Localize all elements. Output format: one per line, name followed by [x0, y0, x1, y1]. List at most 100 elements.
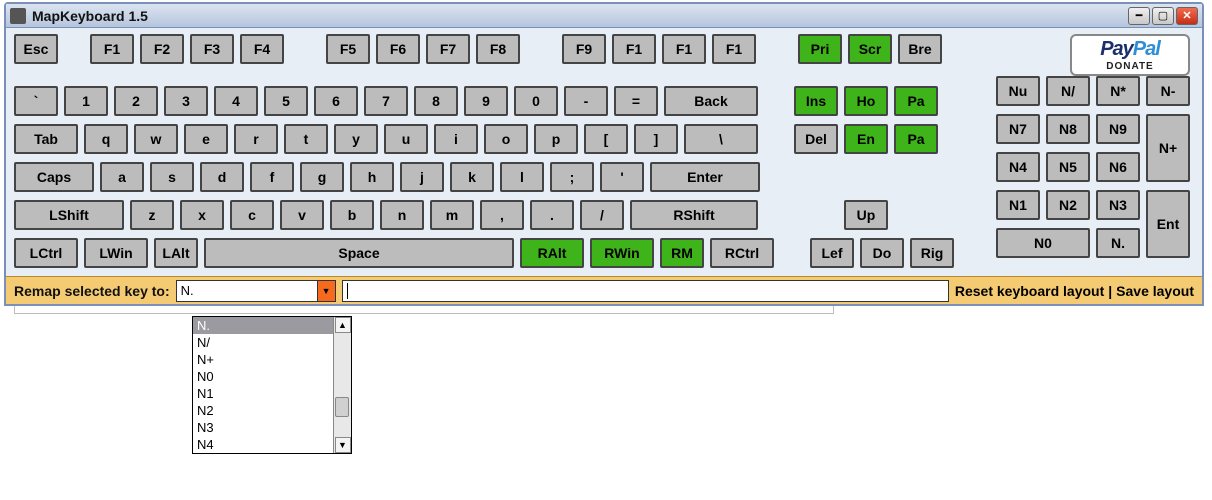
key-x[interactable]: x [180, 200, 224, 230]
key-w[interactable]: w [134, 124, 178, 154]
key-backtick[interactable]: ` [14, 86, 58, 116]
key-semicolon[interactable]: ; [550, 162, 594, 192]
key-rbracket[interactable]: ] [634, 124, 678, 154]
key-down[interactable]: Do [860, 238, 904, 268]
key-tab[interactable]: Tab [14, 124, 78, 154]
key-7[interactable]: 7 [364, 86, 408, 116]
paypal-donate-button[interactable]: PayPal DONATE [1070, 34, 1190, 76]
key-s[interactable]: s [150, 162, 194, 192]
maximize-button[interactable]: ▢ [1152, 7, 1174, 25]
key-npad-2[interactable]: N2 [1046, 190, 1090, 220]
dropdown-item[interactable]: N3 [193, 419, 333, 436]
minimize-button[interactable]: ━ [1128, 7, 1150, 25]
key-m[interactable]: m [430, 200, 474, 230]
key-minus[interactable]: - [564, 86, 608, 116]
key-p[interactable]: p [534, 124, 578, 154]
key-5[interactable]: 5 [264, 86, 308, 116]
key-pagedown[interactable]: Pa [894, 124, 938, 154]
key-npad-5[interactable]: N5 [1046, 152, 1090, 182]
remap-dropdown-list[interactable]: N. N/ N+ N0 N1 N2 N3 N4 ▲ ▼ [192, 316, 352, 454]
key-z[interactable]: z [130, 200, 174, 230]
key-npad-sub[interactable]: N- [1146, 76, 1190, 106]
key-y[interactable]: y [334, 124, 378, 154]
key-e[interactable]: e [184, 124, 228, 154]
key-delete[interactable]: Del [794, 124, 838, 154]
key-right[interactable]: Rig [910, 238, 954, 268]
scroll-up-icon[interactable]: ▲ [335, 317, 351, 333]
key-npad-enter[interactable]: Ent [1146, 190, 1190, 258]
key-i[interactable]: i [434, 124, 478, 154]
dropdown-item[interactable]: N4 [193, 436, 333, 453]
key-ralt[interactable]: RAlt [520, 238, 584, 268]
key-npad-div[interactable]: N/ [1046, 76, 1090, 106]
key-k[interactable]: k [450, 162, 494, 192]
key-f4[interactable]: F4 [240, 34, 284, 64]
key-t[interactable]: t [284, 124, 328, 154]
key-npad-8[interactable]: N8 [1046, 114, 1090, 144]
key-f1[interactable]: F1 [90, 34, 134, 64]
key-backspace[interactable]: Back [664, 86, 758, 116]
key-rshift[interactable]: RShift [630, 200, 758, 230]
key-2[interactable]: 2 [114, 86, 158, 116]
key-f9[interactable]: F9 [562, 34, 606, 64]
scroll-thumb[interactable] [335, 397, 349, 417]
reset-layout-link[interactable]: Reset keyboard layout [955, 283, 1104, 299]
key-left[interactable]: Lef [810, 238, 854, 268]
key-v[interactable]: v [280, 200, 324, 230]
key-home[interactable]: Ho [844, 86, 888, 116]
key-f[interactable]: f [250, 162, 294, 192]
key-slash[interactable]: / [580, 200, 624, 230]
save-layout-link[interactable]: Save layout [1116, 283, 1194, 299]
key-npad-0[interactable]: N0 [996, 228, 1090, 258]
key-8[interactable]: 8 [414, 86, 458, 116]
key-u[interactable]: u [384, 124, 428, 154]
key-equals[interactable]: = [614, 86, 658, 116]
remap-combo[interactable]: N. ▼ [176, 280, 336, 302]
key-numlock[interactable]: Nu [996, 76, 1040, 106]
key-f3[interactable]: F3 [190, 34, 234, 64]
key-q[interactable]: q [84, 124, 128, 154]
key-space[interactable]: Space [204, 238, 514, 268]
key-a[interactable]: a [100, 162, 144, 192]
key-npad-3[interactable]: N3 [1096, 190, 1140, 220]
key-f5[interactable]: F5 [326, 34, 370, 64]
key-j[interactable]: j [400, 162, 444, 192]
key-capslock[interactable]: Caps [14, 162, 94, 192]
key-r[interactable]: r [234, 124, 278, 154]
key-quote[interactable]: ' [600, 162, 644, 192]
key-f8[interactable]: F8 [476, 34, 520, 64]
key-npad-add[interactable]: N+ [1146, 114, 1190, 182]
key-g[interactable]: g [300, 162, 344, 192]
key-c[interactable]: c [230, 200, 274, 230]
key-rctrl[interactable]: RCtrl [710, 238, 774, 268]
key-end[interactable]: En [844, 124, 888, 154]
key-lshift[interactable]: LShift [14, 200, 124, 230]
key-esc[interactable]: Esc [14, 34, 58, 64]
key-rmenu[interactable]: RM [660, 238, 704, 268]
key-n[interactable]: n [380, 200, 424, 230]
key-scrolllock[interactable]: Scr [848, 34, 892, 64]
key-period[interactable]: . [530, 200, 574, 230]
key-f10[interactable]: F1 [612, 34, 656, 64]
dropdown-item[interactable]: N+ [193, 351, 333, 368]
key-up[interactable]: Up [844, 200, 888, 230]
key-h[interactable]: h [350, 162, 394, 192]
dropdown-item[interactable]: N1 [193, 385, 333, 402]
key-comma[interactable]: , [480, 200, 524, 230]
key-d[interactable]: d [200, 162, 244, 192]
key-npad-6[interactable]: N6 [1096, 152, 1140, 182]
key-npad-4[interactable]: N4 [996, 152, 1040, 182]
key-6[interactable]: 6 [314, 86, 358, 116]
key-npad-9[interactable]: N9 [1096, 114, 1140, 144]
key-lwin[interactable]: LWin [84, 238, 148, 268]
key-f6[interactable]: F6 [376, 34, 420, 64]
dropdown-item[interactable]: N/ [193, 334, 333, 351]
key-l[interactable]: l [500, 162, 544, 192]
key-b[interactable]: b [330, 200, 374, 230]
key-npad-mul[interactable]: N* [1096, 76, 1140, 106]
combo-dropdown-icon[interactable]: ▼ [317, 281, 335, 301]
dropdown-item[interactable]: N2 [193, 402, 333, 419]
dropdown-item[interactable]: N. [193, 317, 333, 334]
key-0[interactable]: 0 [514, 86, 558, 116]
key-lctrl[interactable]: LCtrl [14, 238, 78, 268]
